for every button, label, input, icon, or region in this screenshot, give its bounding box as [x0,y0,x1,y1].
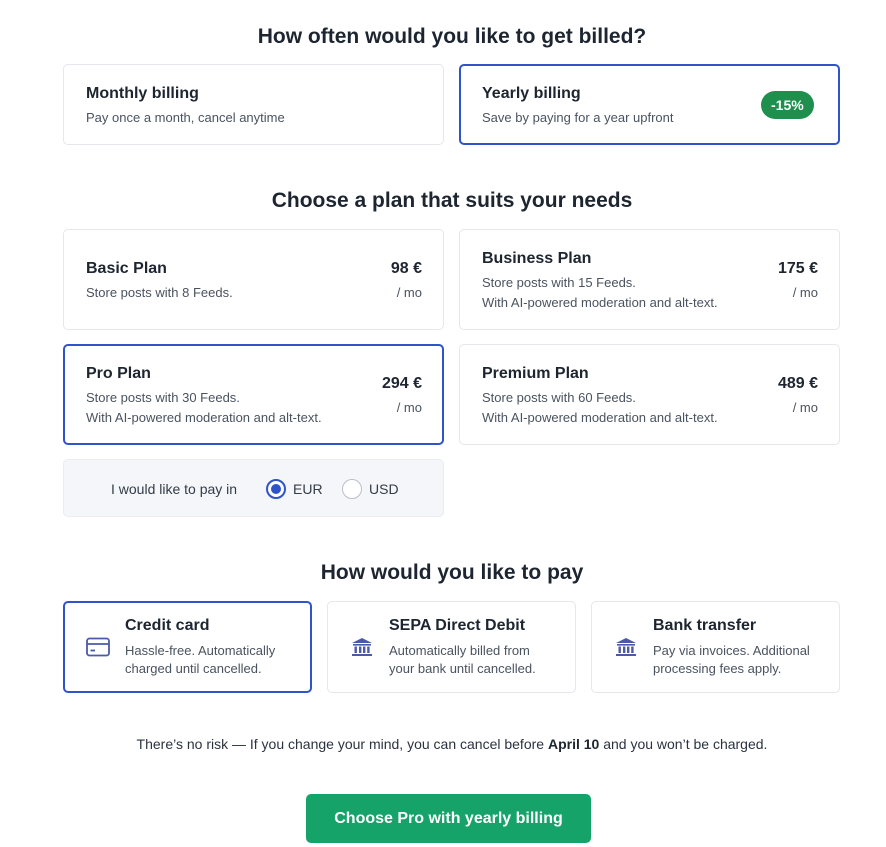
plan-basic-description: Store posts with 8 Feeds. [86,285,233,300]
no-risk-note: There’s no risk — If you change your min… [0,736,886,752]
bank-icon [616,638,636,656]
bank-transfer-title: Bank transfer [653,617,757,634]
plans-heading: Choose a plan that suits your needs [271,189,633,212]
plan-basic-title: Basic Plan [86,260,167,277]
plan-premium-price: 489 € [777,375,818,392]
credit-card-title: Credit card [125,617,210,634]
credit-card-icon [86,637,110,657]
plan-business-title: Business Plan [482,250,592,267]
sepa-description-line2: your bank until cancelled. [389,661,536,676]
yearly-billing-option[interactable]: Yearly billing Save by paying for a year… [459,64,840,145]
currency-usd-label[interactable]: USD [369,481,399,497]
credit-card-description: Hassle-free. Automatically charged until… [125,642,295,678]
bank-transfer-description-line1: Pay via invoices. Additional [653,643,810,658]
plan-pro-period: / mo [396,400,422,415]
cancel-deadline-date: April 10 [547,736,600,752]
plan-business-description: Store posts with 15 Feeds. [482,275,636,290]
sepa-description: Automatically billed from your bank unti… [389,642,559,678]
monthly-billing-subtitle: Pay once a month, cancel anytime [86,110,285,125]
bank-transfer-description-line2: processing fees apply. [653,661,782,676]
plan-premium-title: Premium Plan [482,365,589,382]
billing-heading: How often would you like to get billed? [257,25,647,48]
plan-pro-title: Pro Plan [86,365,151,382]
monthly-billing-title: Monthly billing [86,85,199,102]
currency-eur-radio[interactable] [266,479,286,499]
bank-icon [352,638,372,656]
sepa-description-line1: Automatically billed from [389,643,530,658]
credit-card-description-line1: Hassle-free. Automatically [125,643,276,658]
yearly-billing-subtitle: Save by paying for a year upfront [482,110,674,125]
plan-business-price: 175 € [777,260,818,277]
plan-business-period: / mo [792,285,818,300]
plan-premium[interactable]: Premium Plan Store posts with 60 Feeds. … [459,344,840,445]
plan-pro-description: Store posts with 30 Feeds. [86,390,240,405]
plan-basic-period: / mo [396,285,422,300]
discount-badge: -15% [761,91,814,119]
plan-premium-feature: With AI-powered moderation and alt-text. [482,410,718,425]
plan-basic-price: 98 € [390,260,422,277]
plan-business-feature: With AI-powered moderation and alt-text. [482,295,718,310]
currency-label: I would like to pay in [111,481,238,497]
plan-pro-price: 294 € [381,375,422,392]
plan-pro[interactable]: Pro Plan Store posts with 30 Feeds. With… [63,344,444,445]
plan-premium-period: / mo [792,400,818,415]
credit-card-description-line2: charged until cancelled. [125,661,262,676]
yearly-billing-title: Yearly billing [482,85,581,102]
plan-basic[interactable]: Basic Plan Store posts with 8 Feeds. 98 … [63,229,444,330]
payment-heading: How would you like to pay [320,561,584,584]
sepa-title: SEPA Direct Debit [389,617,526,634]
choose-plan-button[interactable]: Choose Pro with yearly billing [306,794,591,843]
monthly-billing-option[interactable]: Monthly billing Pay once a month, cancel… [63,64,444,145]
payment-bank-transfer[interactable]: Bank transfer Pay via invoices. Addition… [591,601,840,693]
note-text-after: and you won’t be charged. [599,736,768,752]
plan-pro-feature: With AI-powered moderation and alt-text. [86,410,322,425]
payment-sepa[interactable]: SEPA Direct Debit Automatically billed f… [327,601,576,693]
currency-selector: I would like to pay in EUR USD [63,459,444,517]
payment-credit-card[interactable]: Credit card Hassle-free. Automatically c… [63,601,312,693]
currency-eur-label[interactable]: EUR [293,481,323,497]
plan-business[interactable]: Business Plan Store posts with 15 Feeds.… [459,229,840,330]
note-text-before: There’s no risk — If you change your min… [136,736,548,752]
currency-usd-radio[interactable] [342,479,362,499]
plan-premium-description: Store posts with 60 Feeds. [482,390,636,405]
bank-transfer-description: Pay via invoices. Additional processing … [653,642,823,678]
